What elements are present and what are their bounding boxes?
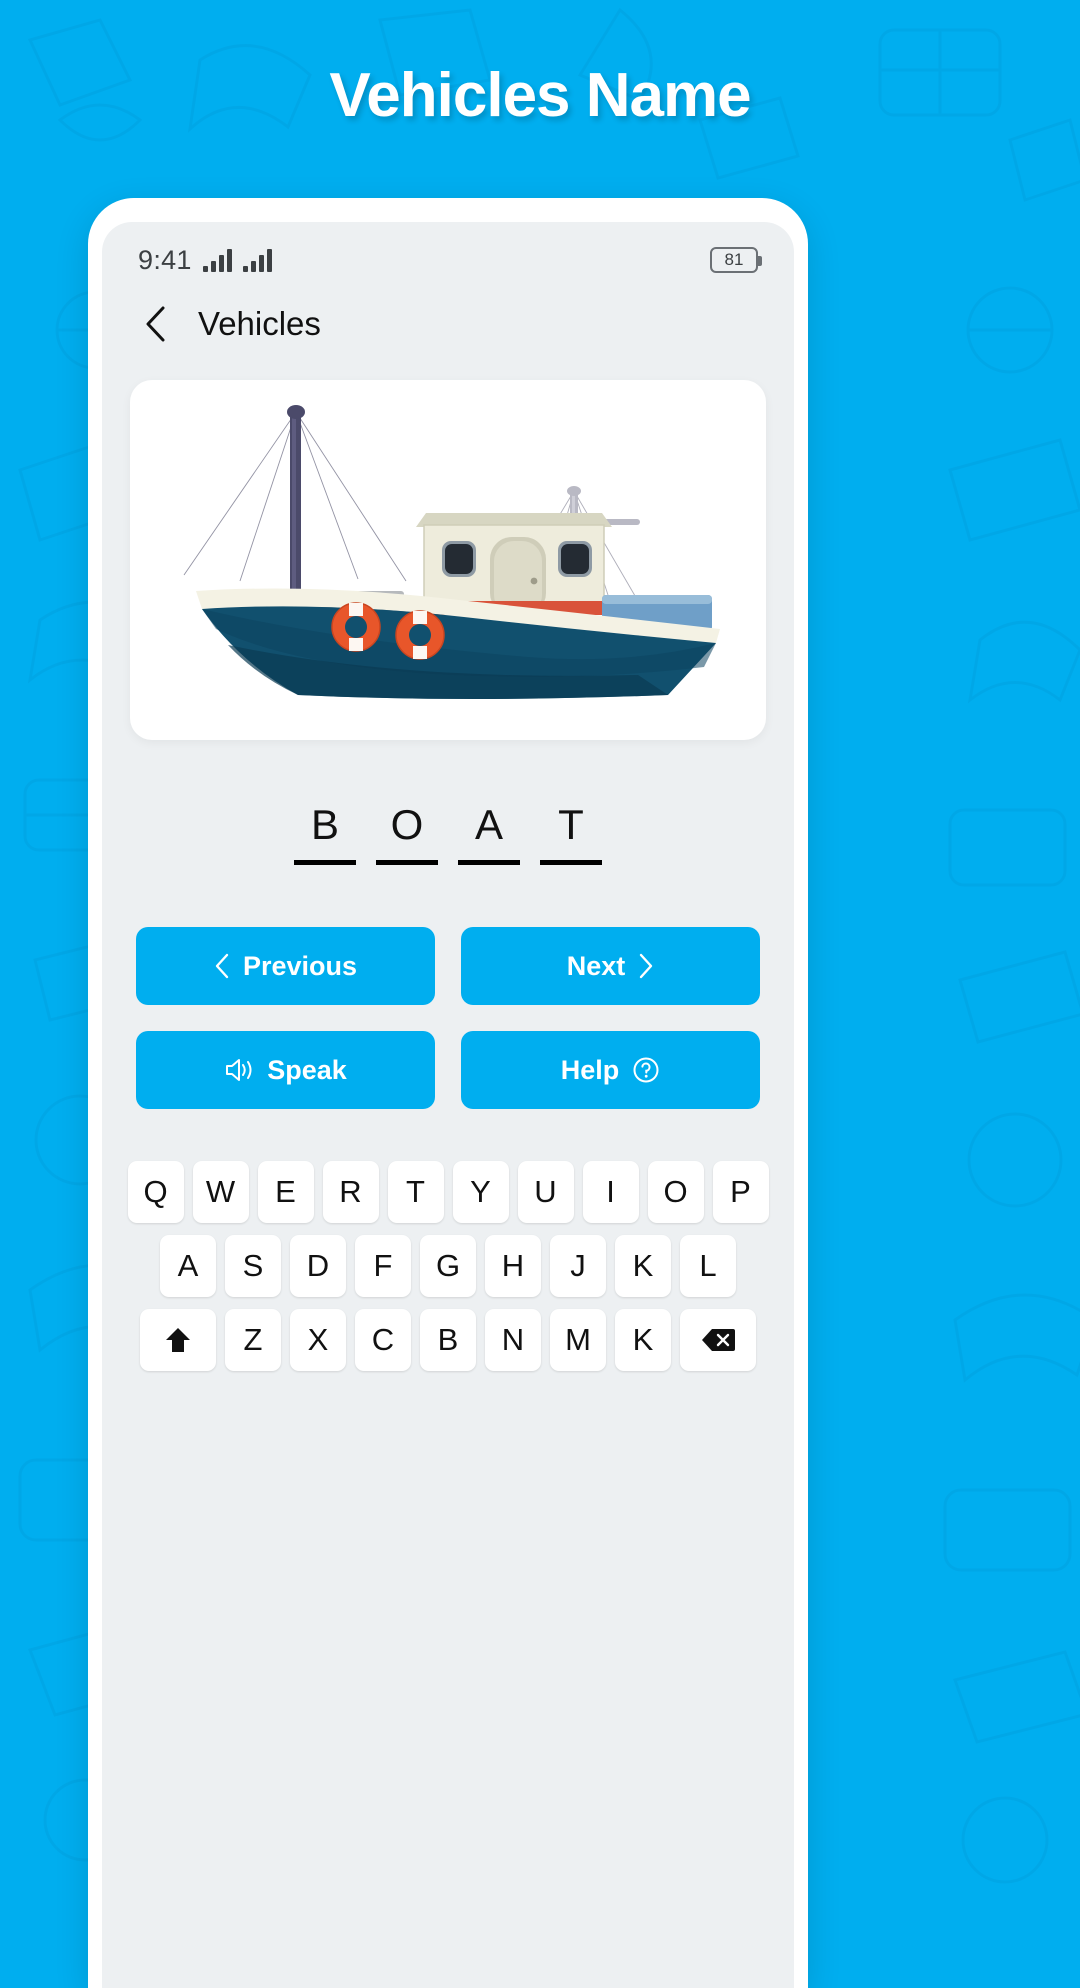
chevron-left-icon	[146, 306, 165, 342]
key-j[interactable]: J	[550, 1235, 606, 1297]
page-title: Vehicles Name	[329, 61, 751, 130]
help-button-label: Help	[560, 1054, 620, 1085]
key-i[interactable]: I	[582, 1161, 639, 1223]
key-e[interactable]: E	[257, 1161, 314, 1223]
key-backspace[interactable]	[680, 1309, 756, 1371]
letter-char: O	[390, 801, 424, 848]
letter-slot[interactable]: T	[540, 804, 602, 865]
key-t[interactable]: T	[387, 1161, 444, 1223]
next-button[interactable]: Next	[461, 927, 760, 1005]
letter-underline	[376, 860, 438, 865]
letter-underline	[458, 860, 520, 865]
key-g[interactable]: G	[420, 1235, 476, 1297]
key-l[interactable]: L	[680, 1235, 736, 1297]
question-circle-icon	[632, 1056, 660, 1084]
vehicle-image-card[interactable]	[130, 380, 766, 740]
letter-char: B	[310, 801, 339, 848]
speaker-icon	[224, 1057, 254, 1083]
letter-slot[interactable]: B	[294, 804, 356, 865]
key-p[interactable]: P	[712, 1161, 769, 1223]
key-a[interactable]: A	[160, 1235, 216, 1297]
key-f[interactable]: F	[355, 1235, 411, 1297]
key-k[interactable]: K	[615, 1235, 671, 1297]
signal-bars-icon	[202, 248, 232, 272]
key-r[interactable]: R	[322, 1161, 379, 1223]
backspace-icon	[702, 1329, 735, 1351]
key-x[interactable]: X	[290, 1309, 346, 1371]
app-header: Vehicles	[102, 284, 794, 354]
letter-slot[interactable]: O	[376, 804, 438, 865]
key-u[interactable]: U	[517, 1161, 574, 1223]
status-bar: 9:41 81	[102, 222, 794, 284]
signal-bars-icon-secondary	[242, 248, 272, 272]
key-n[interactable]: N	[485, 1309, 541, 1371]
help-button[interactable]: Help	[461, 1031, 760, 1109]
phone-screen: 9:41 81 Vehicles B O A T Previous Next S…	[102, 222, 794, 1988]
key-s[interactable]: S	[225, 1235, 281, 1297]
key-d[interactable]: D	[290, 1235, 346, 1297]
speak-button-label: Speak	[267, 1054, 347, 1085]
shift-up-arrow-icon	[166, 1328, 190, 1352]
letter-char: T	[558, 801, 584, 848]
battery-icon: 81	[710, 247, 762, 273]
previous-button-label: Previous	[242, 950, 358, 981]
status-time: 9:41	[138, 244, 192, 275]
status-bar-right: 81	[710, 247, 762, 273]
key-y[interactable]: Y	[452, 1161, 509, 1223]
keyboard: Q W E R T Y U I O P A S D F G H J K L Z …	[102, 1161, 794, 1401]
letter-underline	[540, 860, 602, 865]
key-shift[interactable]	[140, 1309, 216, 1371]
key-m[interactable]: M	[550, 1309, 606, 1371]
key-k-alt[interactable]: K	[615, 1309, 671, 1371]
battery-level-label: 81	[724, 250, 744, 269]
key-z[interactable]: Z	[225, 1309, 281, 1371]
keyboard-row-3: Z X C B N M K	[116, 1309, 780, 1371]
next-button-label: Next	[566, 950, 626, 981]
chevron-left-icon	[214, 953, 230, 979]
chevron-right-icon	[638, 953, 654, 979]
previous-button[interactable]: Previous	[136, 927, 435, 1005]
action-button-grid: Previous Next Speak Help	[136, 927, 760, 1109]
key-q[interactable]: Q	[127, 1161, 184, 1223]
keyboard-row-2: A S D F G H J K L	[116, 1235, 780, 1297]
header-title: Vehicles	[198, 305, 321, 342]
speak-button[interactable]: Speak	[136, 1031, 435, 1109]
letter-char: A	[474, 801, 503, 848]
back-button[interactable]	[138, 302, 172, 346]
letter-underline	[294, 860, 356, 865]
key-o[interactable]: O	[647, 1161, 704, 1223]
phone-mockup: 9:41 81 Vehicles B O A T Previous Next S…	[88, 198, 808, 1988]
key-c[interactable]: C	[355, 1309, 411, 1371]
letter-slot[interactable]: A	[458, 804, 520, 865]
key-w[interactable]: W	[192, 1161, 249, 1223]
keyboard-row-1: Q W E R T Y U I O P	[116, 1161, 780, 1223]
key-b[interactable]: B	[420, 1309, 476, 1371]
word-answer: B O A T	[102, 804, 794, 865]
fishing-boat-illustration	[183, 405, 720, 699]
key-h[interactable]: H	[485, 1235, 541, 1297]
